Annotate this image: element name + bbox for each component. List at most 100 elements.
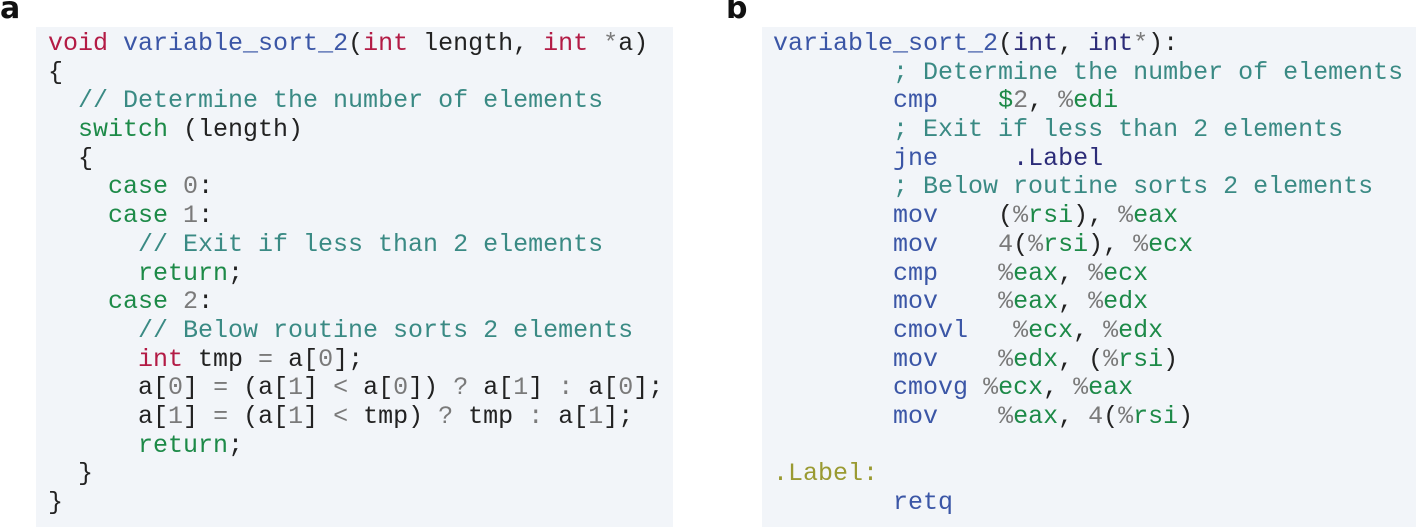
code-token-num: 1 [588, 401, 604, 431]
code-token-plain: , [1058, 258, 1089, 288]
code-token-num: 4 [1088, 401, 1104, 431]
code-token-kw: return [138, 258, 229, 288]
code-token-reg: ecx [1028, 315, 1074, 345]
code-token-cm: ; Exit if less than 2 elements [893, 115, 1344, 145]
code-line: a[1] = (a[1] < tmp) ? tmp : a[1]; [48, 401, 673, 432]
code-token-fn: variable_sort_2 [123, 29, 349, 58]
code-line: ; Exit if less than 2 elements [773, 115, 1416, 145]
code-token-plain: , [1058, 287, 1089, 317]
code-token-pct: % [1088, 287, 1104, 317]
panel-b-label: b [726, 0, 748, 26]
code-token-op: : [558, 373, 574, 403]
code-token-plain: ]; [333, 344, 364, 374]
code-token-plain: a[ [48, 401, 169, 431]
code-token-plain: tmp [183, 344, 259, 374]
code-token-mn: cmovl [893, 315, 969, 345]
code-token-type: int [138, 344, 184, 374]
code-token-plain: (a[ [228, 401, 289, 431]
code-token-plain: ) [1163, 344, 1179, 374]
code-token-plain: { [48, 143, 94, 173]
code-line: mov 4(%rsi), %ecx [773, 229, 1416, 260]
code-token-mn: mov [893, 287, 939, 317]
code-token-mn: mov [893, 229, 939, 259]
code-token-op: = [213, 401, 229, 431]
code-token-mn: retq [893, 488, 954, 517]
code-token-sym: .Label [1013, 143, 1104, 173]
code-token-plain: (a[ [228, 373, 289, 403]
code-line: } [48, 488, 673, 518]
code-line: mov %eax, 4(%rsi) [773, 401, 1416, 432]
code-line: case 0: [48, 173, 673, 202]
code-token-kw: case [108, 287, 169, 317]
code-line: return; [48, 258, 673, 289]
code-token-pct: % [1028, 229, 1044, 259]
code-token-mn: cmp [893, 258, 939, 288]
code-token-plain: ( [1013, 229, 1029, 259]
code-token-num: 1 [288, 373, 304, 403]
code-token-pct: % [998, 258, 1014, 288]
code-token-reg: eax [1013, 258, 1059, 288]
assembly-code-panel: variable_sort_2(int, int*): ; Determine … [762, 27, 1416, 527]
code-token-pct: % [998, 287, 1014, 317]
code-token-plain: a[ [48, 373, 169, 403]
code-token-mn: mov [893, 344, 939, 374]
code-token-reg: eax [1013, 401, 1059, 431]
code-token-plain: a[ [573, 373, 619, 403]
code-token-reg: rsi [1133, 401, 1179, 431]
code-line: return; [48, 431, 673, 461]
code-line: int tmp = a[0]; [48, 344, 673, 375]
code-line: // Determine the number of elements [48, 87, 673, 116]
code-token-mn: mov [893, 401, 939, 431]
code-token-pct: % [983, 373, 999, 403]
code-token-reg: edx [1103, 287, 1149, 317]
code-token-plain: ]; [633, 373, 664, 403]
code-token-cm: // Below routine sorts 2 elements [138, 315, 634, 345]
code-token-plain: ), [1073, 201, 1119, 231]
code-token-reg: ecx [998, 373, 1044, 403]
code-line: case 1: [48, 201, 673, 231]
code-token-plain: ), [1088, 229, 1134, 259]
code-token-plain: a[ [273, 344, 319, 374]
code-token-pct: % [1118, 201, 1134, 231]
code-token-kw: switch [78, 115, 169, 145]
code-token-plain: { [48, 57, 64, 87]
code-token-cm: ; Below routine sorts 2 elements [893, 172, 1374, 202]
code-token-num: 0 [393, 373, 409, 403]
code-line: } [48, 459, 673, 489]
code-token-mn: mov [893, 201, 939, 231]
code-token-sym: int [1013, 29, 1059, 58]
code-token-reg: $ [998, 86, 1014, 116]
code-token-num: 0 [183, 172, 199, 202]
code-line: cmovl %ecx, %edx [773, 315, 1416, 346]
code-token-plain: ] [183, 401, 214, 431]
code-token-reg: eax [1133, 201, 1179, 231]
code-token-plain: ]; [603, 401, 634, 431]
code-token-plain: ): [1148, 29, 1179, 58]
code-line: jne .Label [773, 143, 1416, 174]
code-line: void variable_sort_2(int length, int *a) [48, 29, 673, 59]
code-token-plain: length, [408, 29, 544, 58]
code-token-reg: rsi [1028, 201, 1074, 231]
code-token-op: < [333, 401, 349, 431]
code-token-plain: a[ [468, 373, 514, 403]
